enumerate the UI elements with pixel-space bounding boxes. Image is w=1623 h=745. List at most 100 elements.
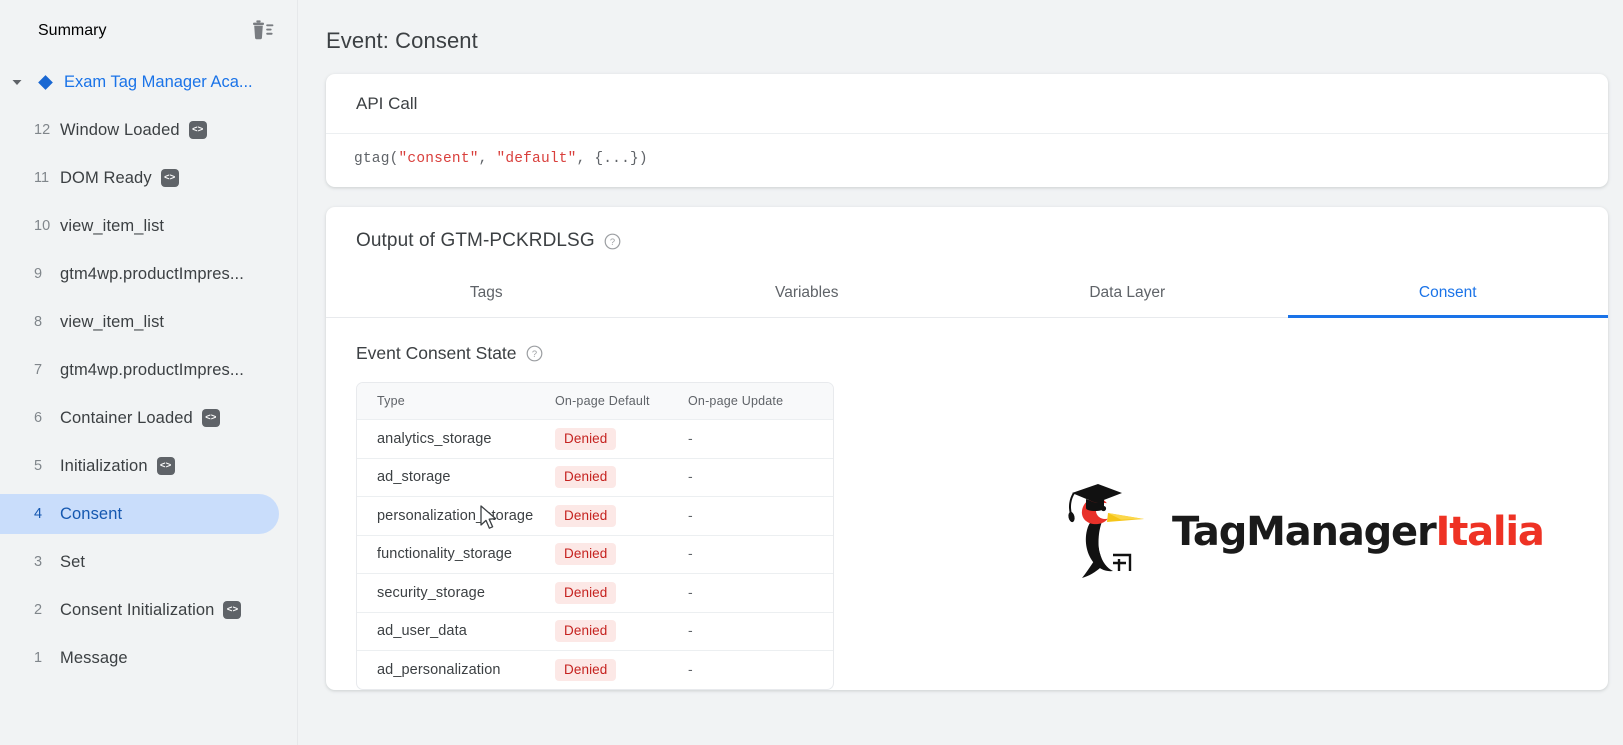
event-row-set[interactable]: 3 Set [0, 538, 297, 586]
output-tabs: Tags Variables Data Layer Consent [326, 270, 1608, 318]
container-tree-root[interactable]: Exam Tag Manager Aca... [0, 62, 297, 102]
event-row-gtm4wp-productimpres[interactable]: 9 gtm4wp.productImpres... [0, 250, 297, 298]
tab-consent[interactable]: Consent [1287, 270, 1609, 318]
table-row: functionality_storage Denied - [357, 534, 833, 574]
status-badge: Denied [555, 658, 617, 681]
status-badge: Denied [555, 504, 617, 527]
tab-data-layer[interactable]: Data Layer [967, 270, 1288, 317]
table-header-row: Type On-page Default On-page Update [357, 383, 833, 419]
event-index: 3 [34, 554, 43, 570]
event-label: Window Loaded [60, 120, 180, 139]
tab-variables[interactable]: Variables [647, 270, 968, 317]
event-row-gtm4wp-productimpres[interactable]: 7 gtm4wp.productImpres... [0, 346, 297, 394]
code-badge-icon: <> [156, 457, 175, 475]
event-label: view_item_list [60, 312, 165, 331]
page-title: Event: Consent [326, 28, 478, 53]
diamond-icon [36, 73, 55, 92]
event-label: Set [60, 552, 86, 571]
event-row-consent[interactable]: 4 Consent [0, 490, 297, 538]
event-row-view-item-list[interactable]: 10 view_item_list [0, 202, 297, 250]
event-label: Consent Initialization [60, 600, 215, 619]
event-row-initialization[interactable]: 5 Initialization <> [0, 442, 297, 490]
onpage-update-value: - [688, 545, 693, 562]
event-row-dom-ready[interactable]: 11 DOM Ready <> [0, 154, 297, 202]
event-index: 4 [34, 506, 43, 522]
event-index: 5 [34, 458, 43, 474]
api-call-code: gtag("consent", "default", {...}) [326, 134, 1608, 187]
event-label: gtm4wp.productImpres... [60, 360, 244, 379]
event-list: 12 Window Loaded <> 11 DOM Ready <> 10 view_ite… [0, 106, 297, 682]
svg-text:?: ? [531, 348, 536, 359]
event-label: view_item_list [60, 216, 165, 235]
summary-title: Summary [38, 22, 107, 39]
event-index: 11 [34, 170, 50, 186]
table-row: ad_user_data Denied - [357, 611, 833, 651]
sidebar-header: Summary [0, 0, 297, 62]
event-row-message[interactable]: 1 Message [0, 634, 297, 682]
event-label: Consent [60, 504, 123, 523]
consent-type: ad_personalization [377, 661, 501, 678]
event-index: 9 [34, 266, 43, 282]
event-index: 2 [34, 602, 43, 618]
event-row-window-loaded[interactable]: 12 Window Loaded <> [0, 106, 297, 154]
tagmanageritalia-watermark: TagManagerItalia [1058, 472, 1545, 592]
consent-type: personalization_storage [377, 507, 534, 524]
api-call-card: API Call gtag("consent", "default", {...… [326, 74, 1608, 187]
watermark-text: TagManagerItalia [1172, 509, 1545, 555]
event-label: DOM Ready [60, 168, 152, 187]
code-badge-icon: <> [160, 169, 179, 187]
code-badge-icon: <> [201, 409, 220, 427]
trash-list-icon[interactable] [249, 18, 275, 44]
help-circle-icon[interactable]: ? [604, 233, 621, 250]
table-row: analytics_storage Denied - [357, 419, 833, 458]
event-index: 8 [34, 314, 43, 330]
code-badge-icon: <> [223, 601, 242, 619]
consent-state-title: Event Consent State [356, 343, 517, 363]
event-index: 10 [34, 218, 51, 234]
status-badge: Denied [555, 581, 617, 604]
code-arg2: "default" [496, 151, 577, 167]
output-title-row: Output of GTM-PCKRDLSG ? [326, 207, 1608, 252]
watermark-text-secondary: Italia [1435, 509, 1545, 555]
event-row-container-loaded[interactable]: 6 Container Loaded <> [0, 394, 297, 442]
column-header: Type [377, 394, 405, 408]
onpage-update-value: - [688, 429, 693, 446]
table-row: security_storage Denied - [357, 573, 833, 612]
table-row: personalization_storage Denied - [357, 496, 833, 535]
code-tail: , {...}) [576, 151, 648, 167]
output-card: Output of GTM-PCKRDLSG ? Tags Variables Da… [326, 207, 1608, 690]
events-sidebar: Summary Exam Tag Manager Aca... 12 Windo… [0, 0, 298, 745]
consent-type: security_storage [377, 584, 485, 601]
tab-tags[interactable]: Tags [326, 270, 647, 317]
output-title: Output of GTM-PCKRDLSG [356, 230, 595, 251]
consent-state-table: Type On-page Default On-page Update analyti… [356, 382, 834, 690]
status-badge: Denied [555, 543, 617, 566]
event-row-consent-initialization[interactable]: 2 Consent Initialization <> [0, 586, 297, 634]
onpage-update-value: - [688, 468, 693, 485]
code-badge-icon: <> [188, 121, 207, 139]
event-label: gtm4wp.productImpres... [60, 264, 244, 283]
onpage-update-value: - [688, 506, 693, 523]
table-row: ad_personalization Denied - [357, 650, 833, 689]
event-row-view-item-list[interactable]: 8 view_item_list [0, 298, 297, 346]
event-label: Message [60, 648, 128, 667]
column-header: On-page Default [555, 394, 650, 408]
consent-state-title-row: Event Consent State ? [326, 318, 1608, 364]
help-circle-icon[interactable]: ? [526, 345, 543, 362]
consent-type: analytics_storage [377, 430, 492, 447]
event-index: 7 [34, 362, 43, 378]
onpage-update-value: - [688, 660, 693, 677]
code-sep: , [478, 151, 497, 167]
consent-type: ad_user_data [377, 623, 467, 640]
column-header: On-page Update [688, 394, 784, 408]
status-badge: Denied [555, 427, 617, 450]
event-index: 6 [34, 410, 43, 426]
onpage-update-value: - [688, 583, 693, 600]
code-arg1: "consent" [398, 151, 479, 167]
status-badge: Denied [555, 466, 617, 489]
chevron-down-icon[interactable] [8, 73, 26, 91]
onpage-update-value: - [688, 622, 693, 639]
status-badge: Denied [555, 620, 617, 643]
event-label: Initialization [60, 456, 148, 475]
consent-type: functionality_storage [377, 546, 513, 563]
